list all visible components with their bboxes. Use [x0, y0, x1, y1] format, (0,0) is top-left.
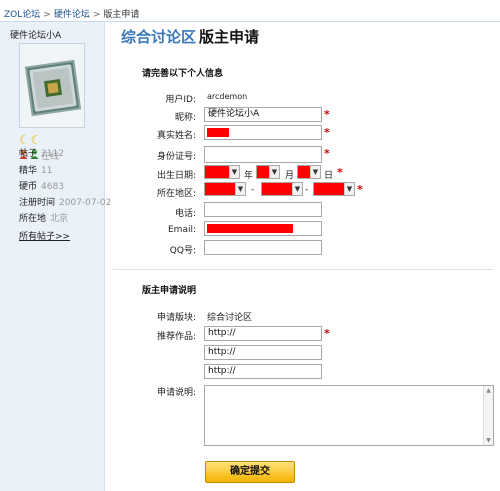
chevron-down-icon: ▼: [344, 183, 354, 195]
birth-year-select[interactable]: ▼: [204, 165, 240, 179]
apply-info-heading: 版主申请说明: [142, 286, 197, 296]
forum-name[interactable]: 综合讨论区: [121, 28, 196, 46]
breadcrumb-hardware-forum[interactable]: 硬件论坛: [54, 10, 90, 20]
personal-info-heading: 请完善以下个人信息: [142, 69, 224, 79]
user-id-label: 用户ID:: [165, 95, 196, 105]
works-url-input-2[interactable]: http://: [204, 345, 322, 360]
required-mark: *: [324, 108, 330, 121]
breadcrumb: ZOL论坛 > 硬件论坛 > 版主申请: [4, 7, 139, 20]
year-unit: 年: [244, 171, 254, 181]
required-mark: *: [337, 166, 343, 179]
required-mark: *: [324, 327, 330, 340]
section-divider: [113, 269, 493, 270]
redacted-block: [207, 128, 229, 137]
scroll-up-icon[interactable]: ▲: [484, 386, 493, 395]
birth-month-select[interactable]: ▼: [256, 165, 280, 179]
description-textarea[interactable]: ▲ ▼: [204, 385, 494, 446]
redacted-block: [314, 183, 345, 195]
description-label: 申请说明:: [156, 388, 196, 398]
birth-day-select[interactable]: ▼: [297, 165, 321, 179]
board-value: 综合讨论区: [207, 313, 253, 323]
required-mark: *: [324, 147, 330, 160]
submit-button[interactable]: 确定提交: [205, 461, 295, 483]
chevron-down-icon: ▼: [292, 183, 302, 195]
breadcrumb-current: 版主申请: [103, 10, 140, 20]
works-url-input-3[interactable]: http://: [204, 364, 322, 379]
sidebar-username[interactable]: 硬件论坛小A: [10, 28, 61, 41]
idcard-input[interactable]: [204, 146, 322, 163]
nickname-label: 昵称:: [174, 113, 196, 123]
realname-label: 真实姓名:: [156, 131, 196, 141]
works-url-input-1[interactable]: http://: [204, 326, 322, 341]
region-province-select[interactable]: ▼: [204, 182, 246, 196]
birthdate-label: 出生日期:: [156, 171, 196, 181]
idcard-label: 身份证号:: [156, 152, 196, 162]
textarea-scrollbar[interactable]: ▲ ▼: [483, 386, 493, 445]
chevron-down-icon: ▼: [235, 183, 245, 195]
page-subtitle: 版主申请: [199, 28, 260, 46]
qq-input[interactable]: [204, 240, 322, 255]
nickname-input[interactable]: 硬件论坛小A: [204, 107, 322, 122]
works-label: 推荐作品:: [156, 332, 196, 342]
region-city-select[interactable]: ▼: [261, 182, 303, 196]
email-input[interactable]: [204, 221, 322, 236]
page-title: 综合讨论区 版主申请: [121, 26, 259, 47]
required-mark: *: [324, 126, 330, 139]
breadcrumb-zol-forum[interactable]: ZOL论坛: [4, 10, 40, 20]
user-id-value: arcdemon: [207, 92, 248, 101]
chevron-down-icon: ▼: [229, 166, 239, 178]
breadcrumb-separator: >: [43, 10, 51, 20]
redacted-block: [262, 183, 293, 195]
redacted-block: [205, 183, 236, 195]
board-label: 申请版块:: [156, 313, 196, 323]
realname-input[interactable]: [204, 125, 322, 140]
email-label: Email:: [167, 225, 196, 235]
region-label: 所在地区:: [156, 189, 196, 199]
required-mark: *: [357, 183, 363, 196]
region-separator: -: [305, 185, 309, 195]
phone-input[interactable]: [204, 202, 322, 217]
region-separator: -: [251, 185, 255, 195]
month-unit: 月: [285, 171, 295, 181]
region-district-select[interactable]: ▼: [313, 182, 355, 196]
phone-label: 电话:: [174, 209, 196, 219]
scroll-down-icon[interactable]: ▼: [484, 436, 493, 445]
redacted-block: [205, 166, 230, 178]
chevron-down-icon: ▼: [310, 166, 320, 178]
day-unit: 日: [324, 171, 334, 181]
breadcrumb-separator: >: [92, 10, 101, 20]
chevron-down-icon: ▼: [269, 166, 279, 178]
redacted-block: [207, 224, 293, 233]
qq-label: QQ号:: [169, 246, 196, 256]
